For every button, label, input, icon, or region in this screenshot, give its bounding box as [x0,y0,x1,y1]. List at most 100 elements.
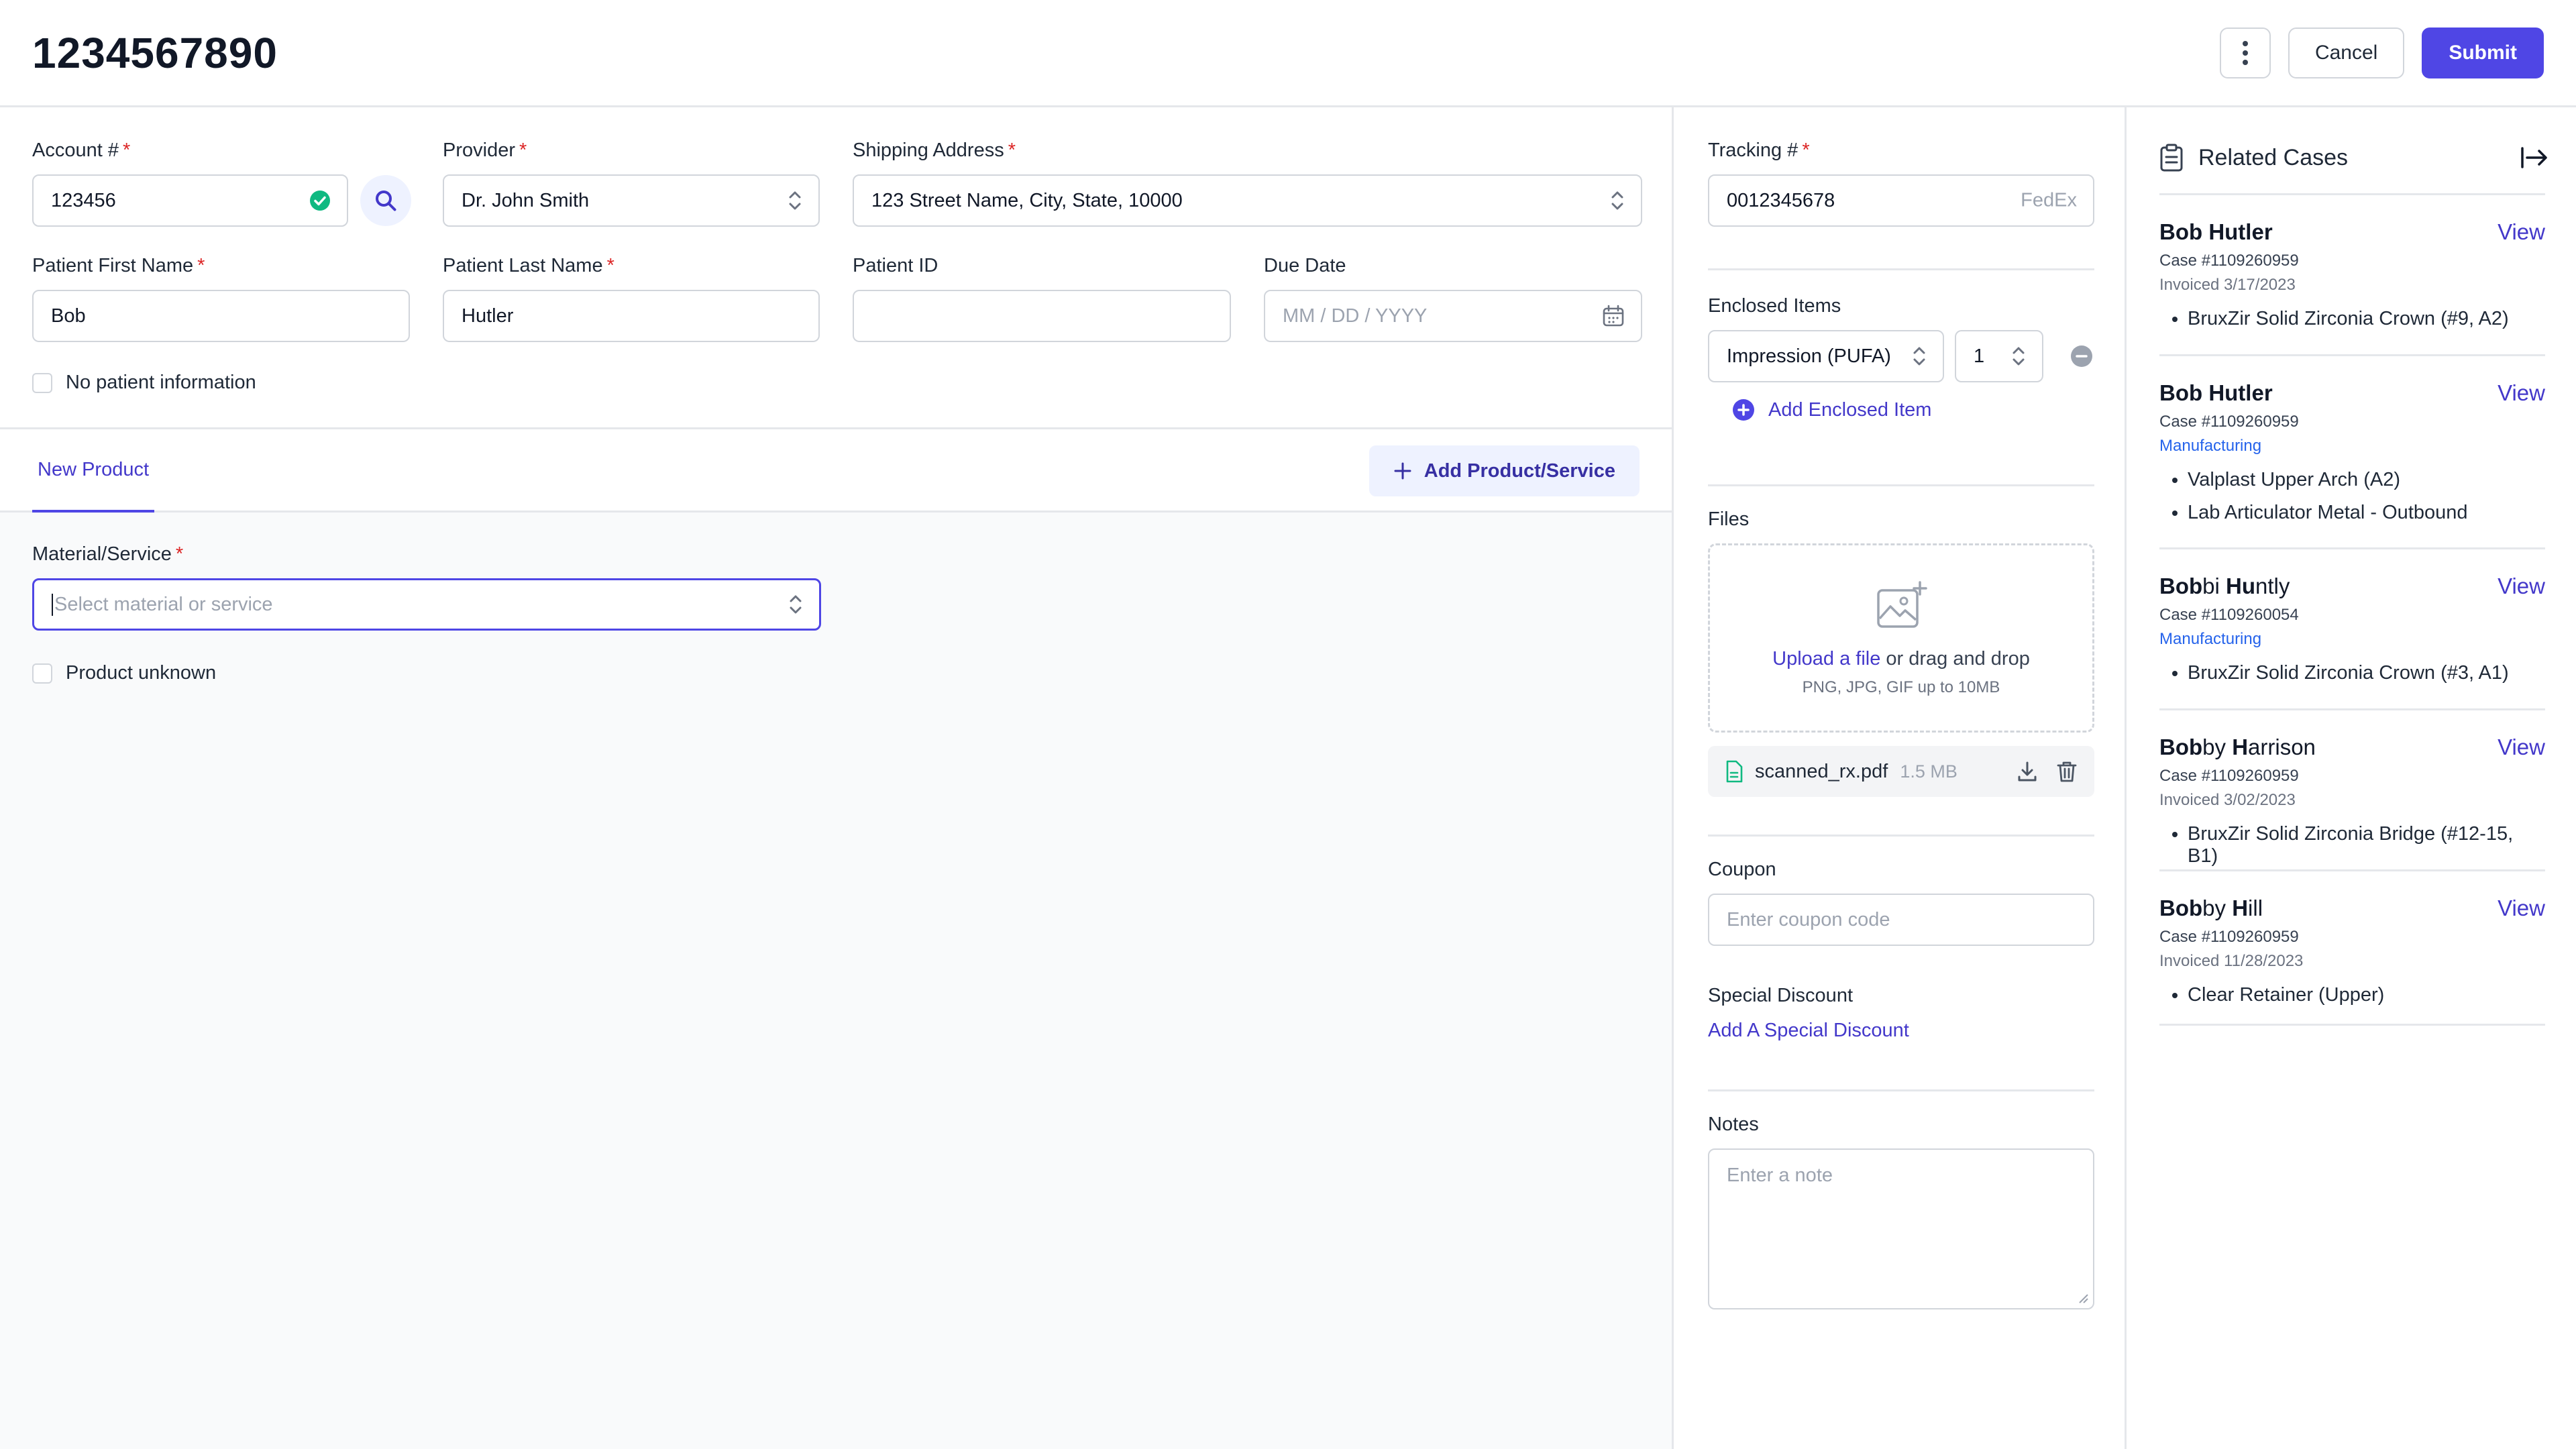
coupon-section: Coupon Enter coupon code [1708,859,2094,946]
case-item: BruxZir Solid Zirconia Bridge (#12-15, B… [2188,823,2545,867]
enclosed-items-section: Enclosed Items Impression (PUFA) 1 Add E… [1708,295,2094,421]
tab-new-product[interactable]: New Product [32,429,155,513]
files-section: Files Upload a file or drag and drop PNG… [1708,508,2094,797]
product-unknown-checkbox[interactable] [32,663,52,684]
case-patient-name: Bob Hutler [2159,380,2273,405]
shipping-address-select[interactable]: 123 Street Name, City, State, 10000 [853,174,1642,227]
chevron-up-down-icon [1610,189,1625,212]
no-patient-info-row: No patient information [32,372,256,394]
related-case-card: Bob Hutler View Case #1109260959 Invoice… [2159,193,2545,341]
required-mark: * [122,140,131,161]
more-options-button[interactable] [2219,27,2271,78]
minus-circle-icon [2071,345,2092,367]
notes-section: Notes Enter a note [1708,1114,2094,1309]
required-mark: * [1008,140,1016,161]
patient-id-input[interactable] [853,290,1231,342]
divider [1708,268,2094,270]
account-search-button[interactable] [360,175,411,226]
view-case-link[interactable]: View [2498,735,2545,760]
clipboard-icon [2160,144,2183,172]
plus-icon [1394,462,1411,480]
provider-label: Provider [443,140,515,161]
tracking-label: Tracking # [1708,140,1799,161]
case-number: Case #1109260054 [2159,606,2299,624]
cancel-button[interactable]: Cancel [2288,27,2405,78]
due-date-input[interactable]: MM / DD / YYYY [1264,290,1642,342]
shipping-label: Shipping Address [853,140,1004,161]
related-case-card: Bobby Hill View Case #1109260959 Invoice… [2159,869,2545,1026]
chevron-up-down-icon [788,189,802,212]
case-number: Case #1109260959 [2159,767,2299,785]
upload-file-link[interactable]: Upload a file [1772,648,1880,669]
patient-info-section: Account # * 123456 Provider * Dr. John Smi… [0,107,1672,429]
case-patient-name: Bobby Hill [2159,896,2263,920]
last-name-field: Patient Last Name * Hutler [443,255,820,342]
notes-textarea[interactable]: Enter a note [1708,1148,2094,1309]
calendar-icon[interactable] [1602,305,1625,327]
submit-button[interactable]: Submit [2422,27,2544,78]
enclosed-item-select[interactable]: Impression (PUFA) [1708,330,1944,382]
required-mark: * [175,543,184,565]
view-case-link[interactable]: View [2498,574,2545,599]
add-product-service-button[interactable]: Add Product/Service [1368,445,1640,496]
view-case-link[interactable]: View [2498,380,2545,406]
case-number: Case #1109260959 [2159,413,2299,431]
special-discount-section: Special Discount Add A Special Discount [1708,985,2094,1042]
due-date-field: Due Date MM / DD / YYYY [1264,255,1642,342]
remove-item-button[interactable] [2070,345,2093,368]
image-add-icon [1877,580,1927,628]
divider [1708,484,2094,486]
main-form-panel: Account # * 123456 Provider * Dr. John Smi… [0,107,1674,1449]
add-special-discount-link[interactable]: Add A Special Discount [1708,1020,2094,1042]
page-title: 1234567890 [32,28,278,77]
page-header: 1234567890 Cancel Submit [0,0,2576,107]
divider [1708,835,2094,837]
plus-circle-icon [1733,399,1754,421]
case-status: Invoiced 3/17/2023 [2159,276,2296,294]
case-status: Invoiced 11/28/2023 [2159,952,2304,970]
check-circle-icon [309,190,331,211]
case-patient-name: Bobbi Huntly [2159,574,2290,598]
view-case-link[interactable]: View [2498,896,2545,921]
case-item: Clear Retainer (Upper) [2188,984,2545,1006]
last-name-input[interactable]: Hutler [443,290,820,342]
resize-handle-icon[interactable] [2076,1291,2089,1304]
first-name-field: Patient First Name * Bob [32,255,410,342]
files-label: Files [1708,508,1750,530]
download-icon[interactable] [2017,761,2038,786]
upload-hint: PNG, JPG, GIF up to 10MB [1802,678,2000,696]
case-number: Case #1109260959 [2159,252,2299,270]
first-name-label: Patient First Name [32,255,194,276]
trash-icon[interactable] [2057,761,2077,786]
material-service-field: Material/Service * Select material or ser… [32,543,821,631]
shipping-address-field: Shipping Address * 123 Street Name, City,… [853,140,1642,227]
related-cases-header: Related Cases [2159,134,2548,181]
carrier-label: FedEx [2021,189,2077,211]
file-name: scanned_rx.pdf [1755,760,1888,782]
related-cases-title: Related Cases [2198,144,2349,170]
no-patient-info-label: No patient information [66,372,256,393]
chevron-up-down-icon [788,593,803,616]
first-name-input[interactable]: Bob [32,290,410,342]
view-case-link[interactable]: View [2498,219,2545,245]
collapse-panel-icon[interactable] [2520,146,2548,169]
product-tabs-bar: New Product Add Product/Service [0,429,1672,513]
file-size: 1.5 MB [1900,761,1957,782]
document-icon [1726,760,1743,783]
file-dropzone[interactable]: Upload a file or drag and drop PNG, JPG,… [1708,543,2094,733]
provider-select[interactable]: Dr. John Smith [443,174,820,227]
case-status: Manufacturing [2159,437,2262,455]
enclosed-quantity-stepper[interactable]: 1 [1955,330,2043,382]
case-item: Valplast Upper Arch (A2) [2188,469,2545,491]
last-name-label: Patient Last Name [443,255,603,276]
no-patient-info-checkbox[interactable] [32,372,52,393]
product-unknown-label: Product unknown [66,662,217,684]
add-enclosed-item-link[interactable]: Add Enclosed Item [1732,398,2094,421]
account-input[interactable]: 123456 [32,174,348,227]
material-service-select[interactable]: Select material or service [32,578,821,631]
case-item: Lab Articulator Metal - Outbound [2188,502,2545,524]
tracking-input[interactable]: 0012345678 FedEx [1708,174,2094,227]
coupon-input[interactable]: Enter coupon code [1708,894,2094,946]
special-discount-label: Special Discount [1708,985,1853,1006]
case-patient-name: Bob Hutler [2159,219,2273,244]
